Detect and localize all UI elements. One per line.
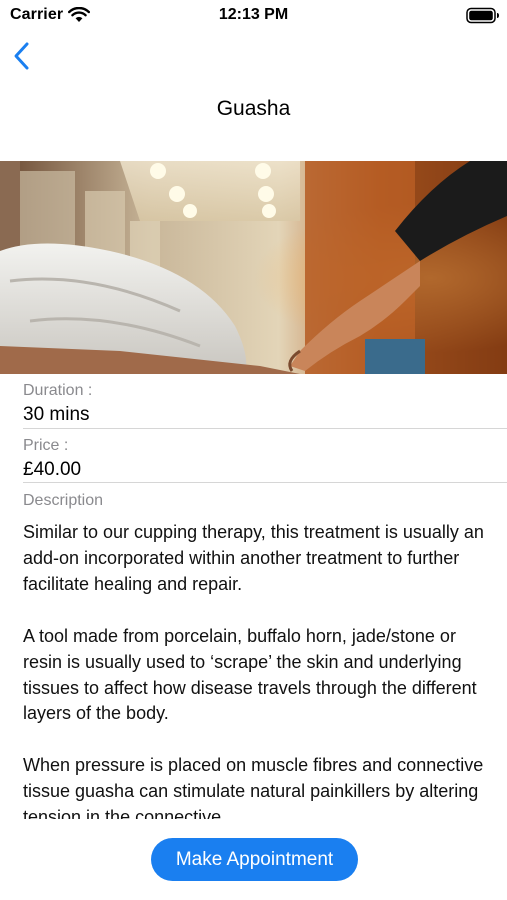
duration-value: 30 mins [23,404,90,425]
back-button[interactable] [8,38,38,74]
battery-icon [466,7,499,24]
chevron-left-icon [14,42,29,70]
price-label: Price : [23,437,69,454]
description-paragraph: Similar to our cupping therapy, this tre… [23,522,484,594]
description-label: Description [23,492,104,509]
status-bar: Carrier 12:13 PM [0,0,507,30]
description-paragraph: A tool made from porcelain, buffalo horn… [23,625,477,724]
description-paragraph: When pressure is placed on muscle fibres… [23,755,484,819]
price-value: £40.00 [23,459,82,480]
duration-label: Duration : [23,382,93,399]
status-time: 12:13 PM [218,6,289,23]
divider [23,428,507,429]
description-text: Similar to our cupping therapy, this tre… [23,520,493,819]
divider [23,482,507,483]
page-title: Guasha [216,97,291,120]
hero-image [0,161,507,374]
make-appointment-button[interactable]: Make Appointment [151,838,358,881]
